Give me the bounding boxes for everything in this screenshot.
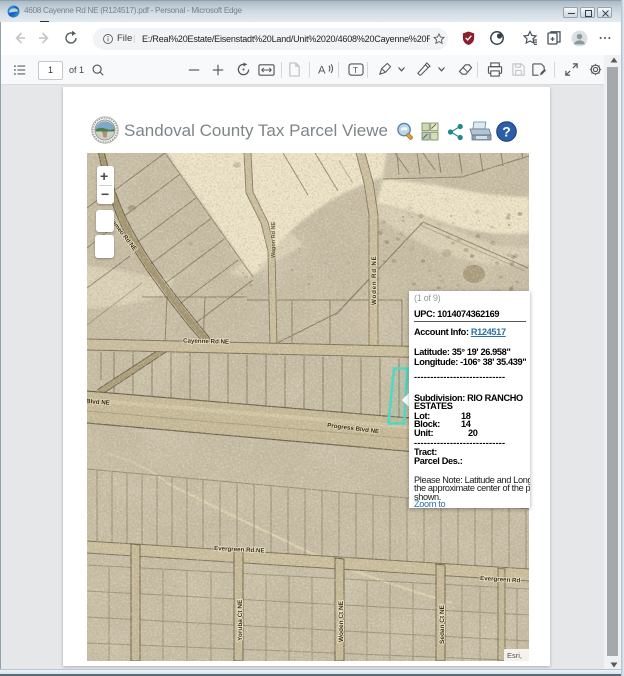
svg-text:Sedan Ct NE: Sedan Ct NE bbox=[439, 604, 446, 644]
svg-text:T: T bbox=[353, 65, 358, 75]
svg-text:Yoruba Ct NE: Yoruba Ct NE bbox=[237, 599, 244, 641]
svg-text:?: ? bbox=[502, 124, 511, 140]
svg-text:Cayenne Rd NE: Cayenne Rd NE bbox=[183, 338, 229, 346]
svg-text:Woden Ct NE: Woden Ct NE bbox=[338, 600, 345, 642]
svg-text:Woden Rd NE: Woden Rd NE bbox=[371, 255, 378, 305]
svg-text:A: A bbox=[318, 64, 326, 76]
svg-text:Wagon Rd NE: Wagon Rd NE bbox=[271, 222, 277, 258]
svg-text:Esri,: Esri, bbox=[507, 651, 522, 660]
